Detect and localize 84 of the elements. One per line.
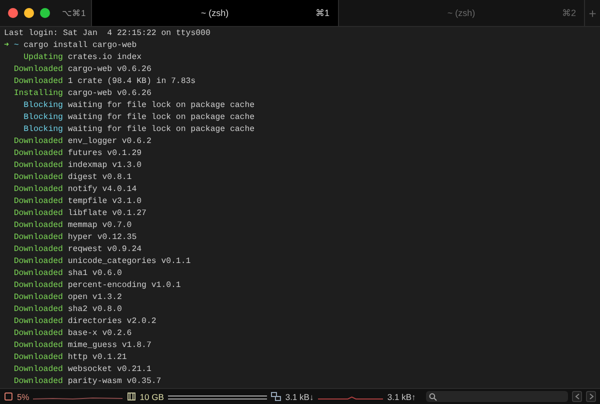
command-text: cargo install cargo-web (24, 41, 137, 50)
upload-reading: 3.1 kB↑ (387, 392, 416, 402)
status-word: Downloaded (12, 184, 63, 196)
status-word: Downloaded (12, 220, 63, 232)
cpu-reading: 5% (16, 392, 30, 402)
terminal-text: digest v0.8.1 (68, 173, 132, 182)
terminal-tab[interactable]: ~ (zsh) ⌘2 (338, 0, 585, 26)
status-word: Installing (12, 88, 63, 100)
status-word: Downloaded (12, 64, 63, 76)
tab-shortcut: ⌘1 (315, 8, 330, 18)
terminal-text: Last login: Sat Jan 4 22:15:22 on ttys000 (4, 29, 210, 38)
terminal-text: mime_guess v1.8.7 (68, 341, 152, 350)
status-word: Downloaded (12, 316, 63, 328)
status-word: Downloaded (12, 208, 63, 220)
status-word: Downloaded (12, 232, 63, 244)
status-word: Downloaded (12, 304, 63, 316)
status-word: Downloaded (12, 364, 63, 376)
previous-button[interactable] (572, 391, 582, 402)
tab-shortcut: ⌘2 (562, 8, 576, 18)
status-word: Downloaded (12, 172, 63, 184)
status-word: Blocking (22, 124, 63, 136)
status-word: Downloaded (12, 352, 63, 364)
terminal-text: crates.io index (68, 53, 142, 62)
terminal-text: memmap v0.7.0 (68, 221, 132, 230)
terminal-text: open v1.3.2 (68, 293, 122, 302)
memory-icon (126, 392, 136, 401)
terminal-text: unicode_categories v0.1.1 (68, 257, 191, 266)
status-word: Downloaded (12, 340, 63, 352)
status-word: Downloaded (12, 280, 63, 292)
next-button[interactable] (586, 391, 596, 402)
status-word: Downloaded (12, 148, 63, 160)
status-word: Downloaded (12, 376, 63, 388)
terminal-text: tempfile v3.1.0 (68, 197, 142, 206)
terminal-text: cargo-web v0.6.26 (68, 65, 152, 74)
chevron-left-icon (574, 393, 580, 400)
status-word: Downloaded (12, 292, 63, 304)
memory-reading: 10 GB (140, 392, 164, 402)
terminal-text: parity-wasm v0.35.7 (68, 377, 162, 386)
terminal-text: env_logger v0.6.2 (68, 137, 152, 146)
status-word: Downloaded (12, 196, 63, 208)
terminal-tab[interactable]: ~ (zsh) ⌘1 (92, 0, 338, 26)
download-reading: 3.1 kB↓ (285, 392, 314, 402)
status-word: Downloaded (12, 268, 63, 280)
window-shortcut: ⌥⌘1 (62, 8, 86, 18)
terminal-text: waiting for file lock on package cache (68, 125, 255, 134)
prompt-arrow: ➜ (4, 41, 9, 50)
search-field[interactable] (426, 391, 568, 402)
tab-title: ~ (zsh) (447, 8, 476, 18)
status-word: Downloaded (12, 136, 63, 148)
new-tab-button[interactable]: + (585, 0, 600, 26)
status-word: Downloaded (12, 256, 63, 268)
terminal-text: 1 crate (98.4 KB) in 7.83s (68, 77, 196, 86)
tab-title: ~ (zsh) (200, 8, 229, 18)
terminal-text: websocket v0.21.1 (68, 365, 152, 374)
terminal-text: sha1 v0.6.0 (68, 269, 122, 278)
cpu-icon (4, 392, 13, 401)
status-word: Downloaded (12, 328, 63, 340)
terminal-text: reqwest v0.9.24 (68, 245, 142, 254)
terminal-text: percent-encoding v1.0.1 (68, 281, 181, 290)
zoom-button[interactable] (40, 8, 50, 18)
close-button[interactable] (8, 8, 18, 18)
terminal-text: base-x v0.2.6 (68, 329, 132, 338)
terminal-text: waiting for file lock on package cache (68, 101, 255, 110)
search-icon (428, 392, 437, 400)
terminal-text: notify v4.0.14 (68, 185, 137, 194)
terminal-text: waiting for file lock on package cache (68, 113, 255, 122)
terminal-text: http v0.1.21 (68, 353, 127, 362)
terminal-text: sha2 v0.8.0 (68, 305, 122, 314)
status-word: Updating (22, 52, 63, 64)
chevron-right-icon (588, 393, 594, 400)
terminal-text: directories v2.0.2 (68, 317, 156, 326)
terminal-text: indexmap v1.3.0 (68, 161, 142, 170)
status-word: Downloaded (12, 244, 63, 256)
prompt-directory: ~ (14, 41, 19, 50)
status-word: Downloaded (12, 160, 63, 172)
status-word: Blocking (22, 112, 63, 124)
terminal-text: hyper v0.12.35 (68, 233, 137, 242)
terminal-text: libflate v0.1.27 (68, 209, 146, 218)
minimize-button[interactable] (24, 8, 34, 18)
terminal-text: futures v0.1.29 (68, 149, 142, 158)
terminal-text: cargo-web v0.6.26 (68, 89, 152, 98)
network-icon (271, 392, 282, 401)
status-word: Downloaded (12, 76, 63, 88)
status-word: Blocking (22, 100, 63, 112)
